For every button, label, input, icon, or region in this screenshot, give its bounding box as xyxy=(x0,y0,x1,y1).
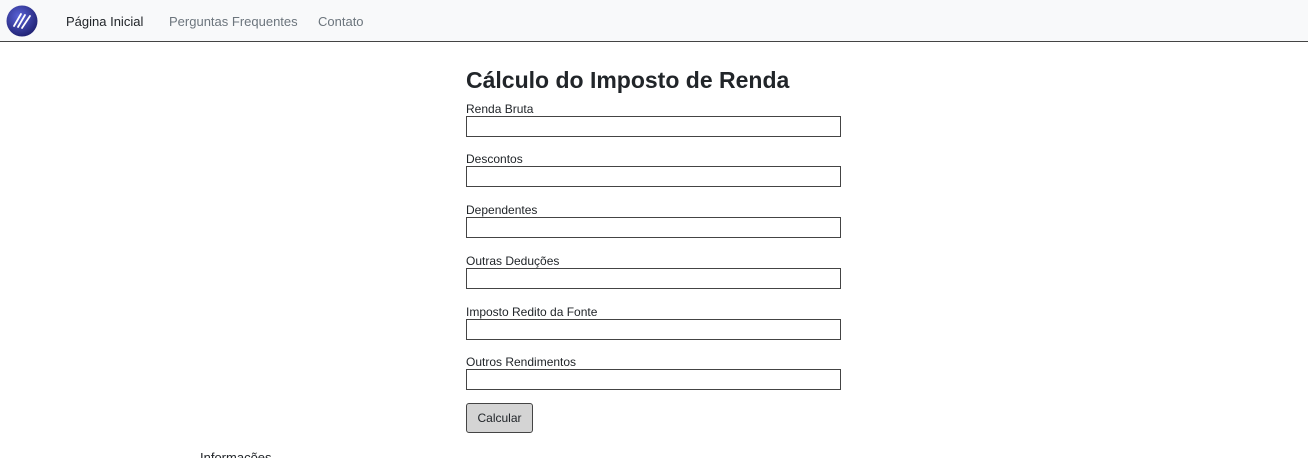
field-label: Outras Deduções xyxy=(466,254,560,268)
field-label: Imposto Redito da Fonte xyxy=(466,305,598,319)
field-renda-bruta: Renda Bruta xyxy=(466,102,842,137)
nav-link-contato[interactable]: Contato xyxy=(318,14,364,29)
field-descontos: Descontos xyxy=(466,152,842,187)
nav-link-pagina-inicial[interactable]: Página Inicial xyxy=(66,14,143,29)
renda-bruta-input[interactable] xyxy=(466,116,841,137)
calcular-button[interactable]: Calcular xyxy=(466,403,533,433)
descontos-input[interactable] xyxy=(466,166,841,187)
outras-deducoes-input[interactable] xyxy=(466,268,841,289)
page-title: Cálculo do Imposto de Renda xyxy=(466,67,790,93)
field-outros-rendimentos: Outros Rendimentos xyxy=(466,355,842,390)
field-label: Descontos xyxy=(466,152,523,166)
field-label: Outros Rendimentos xyxy=(466,355,577,369)
dependentes-input[interactable] xyxy=(466,217,841,238)
footer-partial-text: Informações xyxy=(200,451,272,458)
imposto-retido-input[interactable] xyxy=(466,319,841,340)
field-outras-deducoes: Outras Deduções xyxy=(466,254,842,289)
outros-rendimentos-input[interactable] xyxy=(466,369,841,390)
navbar: Página Inicial Perguntas Frequentes Cont… xyxy=(0,0,1308,42)
nav-link-perguntas-frequentes[interactable]: Perguntas Frequentes xyxy=(169,14,298,29)
field-label: Dependentes xyxy=(466,203,538,217)
field-imposto-retido: Imposto Redito da Fonte xyxy=(466,305,842,340)
field-dependentes: Dependentes xyxy=(466,203,842,238)
field-label: Renda Bruta xyxy=(466,102,534,116)
tax-form: Cálculo do Imposto de Renda Renda Bruta … xyxy=(466,64,842,390)
brand-logo-icon[interactable] xyxy=(6,5,38,37)
